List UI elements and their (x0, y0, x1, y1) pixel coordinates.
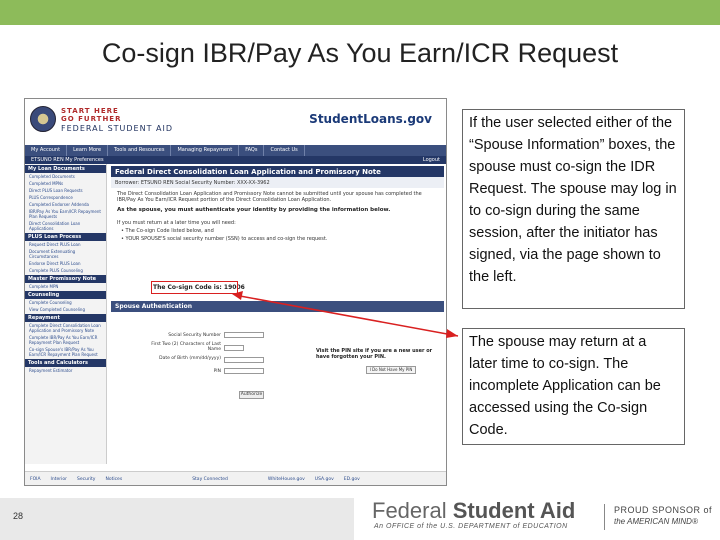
note-box-2: The spouse may return at a later time to… (462, 328, 685, 445)
brand-divider (604, 504, 605, 530)
proud-sponsor-line2: the AMERICAN MIND® (614, 517, 698, 526)
bottom-left-band (0, 498, 354, 540)
proud-sponsor-line1: PROUD SPONSOR of (614, 505, 713, 515)
note-box-1: If the user selected either of the “Spou… (462, 109, 685, 309)
fsa-logo: Federal Student Aid (372, 498, 575, 524)
fsa-logo-part1: Federal (372, 498, 447, 523)
fsa-logo-part2: Student Aid (452, 498, 576, 523)
arrow-line (239, 295, 459, 337)
fsa-subtitle: An OFFICE of the U.S. DEPARTMENT of EDUC… (374, 523, 568, 530)
arrow-head (446, 329, 458, 338)
bottom-strip: 28 Federal Student Aid An OFFICE of the … (0, 498, 720, 540)
arrow-tail (232, 291, 243, 300)
page-number: 28 (13, 511, 24, 521)
